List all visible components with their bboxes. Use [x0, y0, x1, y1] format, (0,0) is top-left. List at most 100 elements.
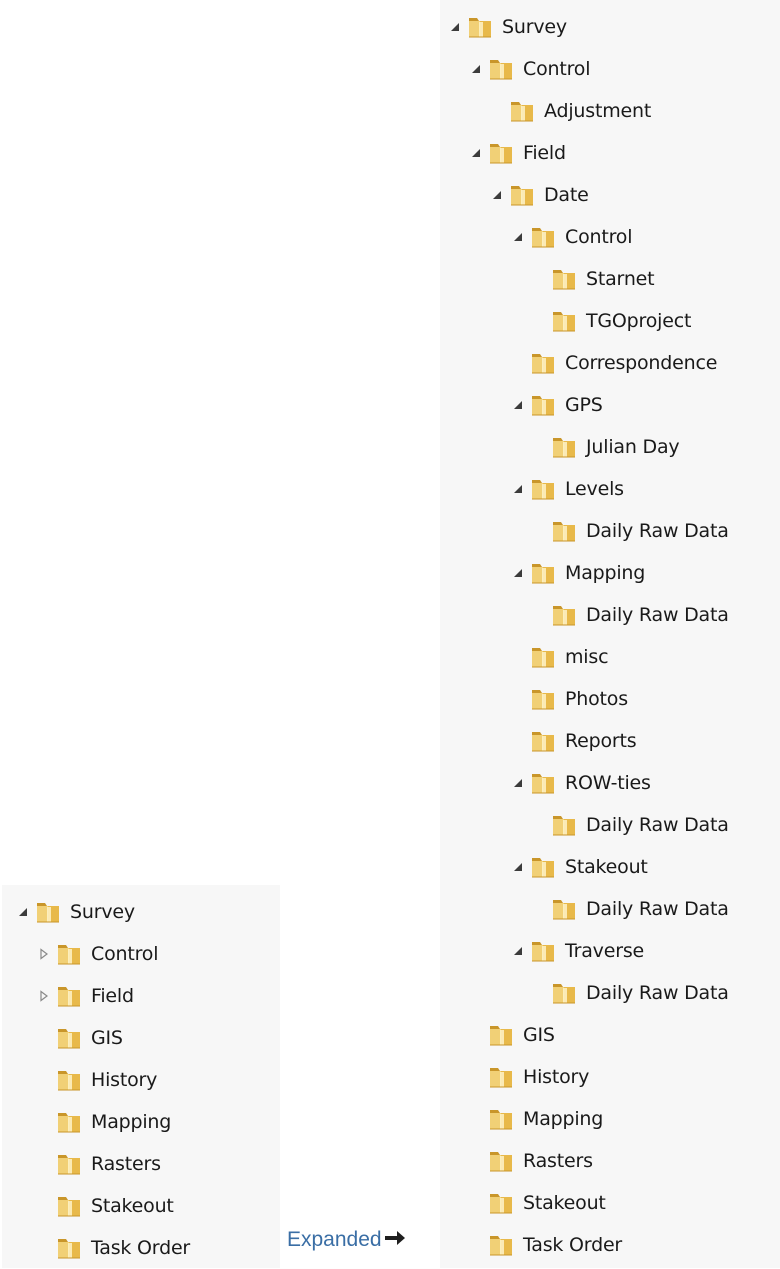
expanded-triangle-icon[interactable] [469, 146, 483, 160]
folder-icon [529, 391, 557, 419]
tree-item-label: Rasters [523, 1150, 593, 1172]
tree-item[interactable]: Daily Raw Data [532, 972, 729, 1014]
tree-item-label: Levels [565, 478, 624, 500]
tree-item[interactable]: Adjustment [490, 90, 651, 132]
tree-item[interactable]: Field [37, 975, 134, 1017]
expanded-triangle-icon[interactable] [511, 398, 525, 412]
tree-item-label: Traverse [565, 940, 645, 962]
tree-item[interactable]: Task Order [469, 1224, 622, 1266]
folder-icon [487, 1021, 515, 1049]
tree-item[interactable]: TGOproject [532, 300, 691, 342]
tree-item[interactable]: Reports [511, 720, 637, 762]
tree-item[interactable]: Daily Raw Data [532, 888, 729, 930]
expanded-triangle-icon[interactable] [511, 482, 525, 496]
tree-item-label: Reports [565, 730, 637, 752]
tree-item[interactable]: Mapping [469, 1098, 603, 1140]
tree-item-label: TGOproject [586, 310, 692, 332]
tree-item[interactable]: Daily Raw Data [532, 804, 729, 846]
folder-icon [550, 979, 578, 1007]
expanded-caption: Expanded [287, 1228, 406, 1252]
tree-item-label: Date [544, 184, 589, 206]
folder-icon [550, 517, 578, 545]
tree-item[interactable]: Stakeout [37, 1185, 174, 1227]
tree-item[interactable]: Rasters [37, 1143, 161, 1185]
tree-item-label: Stakeout [91, 1195, 174, 1217]
tree-item[interactable]: Rasters [469, 1140, 593, 1182]
folder-icon [55, 1024, 83, 1052]
tree-item-label: Daily Raw Data [586, 898, 729, 920]
folder-icon [487, 1189, 515, 1217]
tree-view-collapsed: Survey Control Field GIS History Mapping Raste… [2, 885, 280, 1268]
tree-item[interactable]: History [37, 1059, 157, 1101]
folder-icon [529, 643, 557, 671]
tree-item[interactable]: GIS [37, 1017, 123, 1059]
tree-item[interactable]: Mapping [511, 552, 645, 594]
tree-item-label: Mapping [565, 562, 646, 584]
tree-item-label: Survey [502, 16, 567, 38]
tree-item[interactable]: Traverse [511, 930, 644, 972]
tree-item[interactable]: History [469, 1056, 589, 1098]
tree-item[interactable]: misc [511, 636, 609, 678]
folder-icon [508, 97, 536, 125]
tree-item-label: Control [523, 58, 591, 80]
tree-item-label: Stakeout [565, 856, 648, 878]
folder-icon [550, 433, 578, 461]
tree-item[interactable]: GPS [511, 384, 603, 426]
tree-item-label: Control [565, 226, 633, 248]
tree-item[interactable]: Julian Day [532, 426, 680, 468]
tree-item[interactable]: ROW-ties [511, 762, 651, 804]
tree-item[interactable]: GIS [469, 1014, 555, 1056]
expanded-triangle-icon[interactable] [511, 566, 525, 580]
collapsed-triangle-icon[interactable] [37, 947, 51, 961]
tree-item[interactable]: Control [37, 933, 158, 975]
tree-item[interactable]: Date [490, 174, 589, 216]
tree-item[interactable]: Starnet [532, 258, 655, 300]
tree-item[interactable]: Survey [16, 891, 135, 933]
tree-item[interactable]: Task Order [37, 1227, 190, 1269]
tree-item[interactable]: Survey [448, 6, 567, 48]
tree-item[interactable]: Photos [511, 678, 628, 720]
expanded-triangle-icon[interactable] [511, 944, 525, 958]
tree-item[interactable]: Correspondence [511, 342, 717, 384]
tree-item[interactable]: Stakeout [469, 1182, 606, 1224]
folder-icon [529, 349, 557, 377]
folder-icon [55, 940, 83, 968]
tree-item-label: History [91, 1069, 158, 1091]
folder-icon [550, 811, 578, 839]
tree-item[interactable]: Stakeout [511, 846, 648, 888]
tree-item[interactable]: Control [469, 48, 590, 90]
expanded-triangle-icon[interactable] [469, 62, 483, 76]
tree-item[interactable]: Daily Raw Data [532, 594, 729, 636]
tree-item[interactable]: Field [469, 132, 566, 174]
folder-icon [487, 55, 515, 83]
tree-item[interactable]: Daily Raw Data [532, 510, 729, 552]
folder-icon [508, 181, 536, 209]
tree-item[interactable]: Control [511, 216, 632, 258]
expanded-triangle-icon[interactable] [511, 230, 525, 244]
folder-icon [529, 685, 557, 713]
collapsed-triangle-icon[interactable] [37, 989, 51, 1003]
expanded-triangle-icon[interactable] [490, 188, 504, 202]
tree-item-label: Rasters [91, 1153, 161, 1175]
tree-item-label: Stakeout [523, 1192, 606, 1214]
expanded-triangle-icon[interactable] [448, 20, 462, 34]
tree-item[interactable]: Mapping [37, 1101, 171, 1143]
tree-item[interactable]: Levels [511, 468, 624, 510]
folder-icon [529, 937, 557, 965]
expanded-triangle-icon[interactable] [16, 905, 30, 919]
expanded-triangle-icon[interactable] [511, 776, 525, 790]
expanded-triangle-icon[interactable] [511, 860, 525, 874]
folder-icon [55, 1234, 83, 1262]
